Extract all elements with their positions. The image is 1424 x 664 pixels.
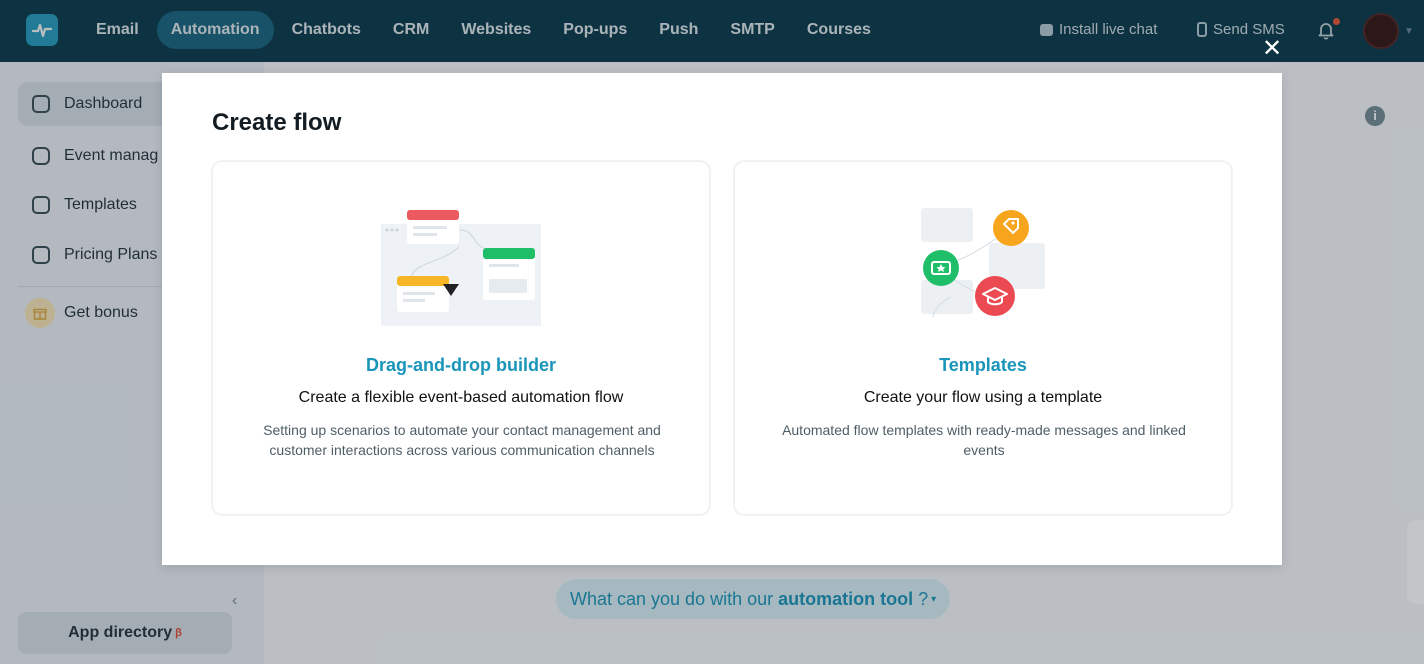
card-title: Drag-and-drop builder [366,355,556,375]
card-title: Templates [939,355,1027,375]
card-subtitle: Create your flow using a template [863,389,1103,406]
templates-card[interactable]: Templates Create your flow using a templ… [734,161,1232,515]
templates-illustration [921,208,1045,318]
modal-title: Create flow [212,109,342,136]
drag-and-drop-builder-card[interactable]: Drag-and-drop builder Create a flexible … [212,161,710,515]
card-subtitle: Create a flexible event-based automation… [298,389,624,406]
card-description: Automated flow templates with ready-made… [782,422,1186,458]
flow-builder-illustration [381,210,541,326]
create-flow-modal: Create flow Drag-and-drop builder Create… [162,73,1282,565]
card-description: Setting up scenarios to automate your co… [263,422,661,458]
close-icon[interactable]: ✕ [1260,37,1284,61]
modal-backdrop-top [0,0,1424,62]
